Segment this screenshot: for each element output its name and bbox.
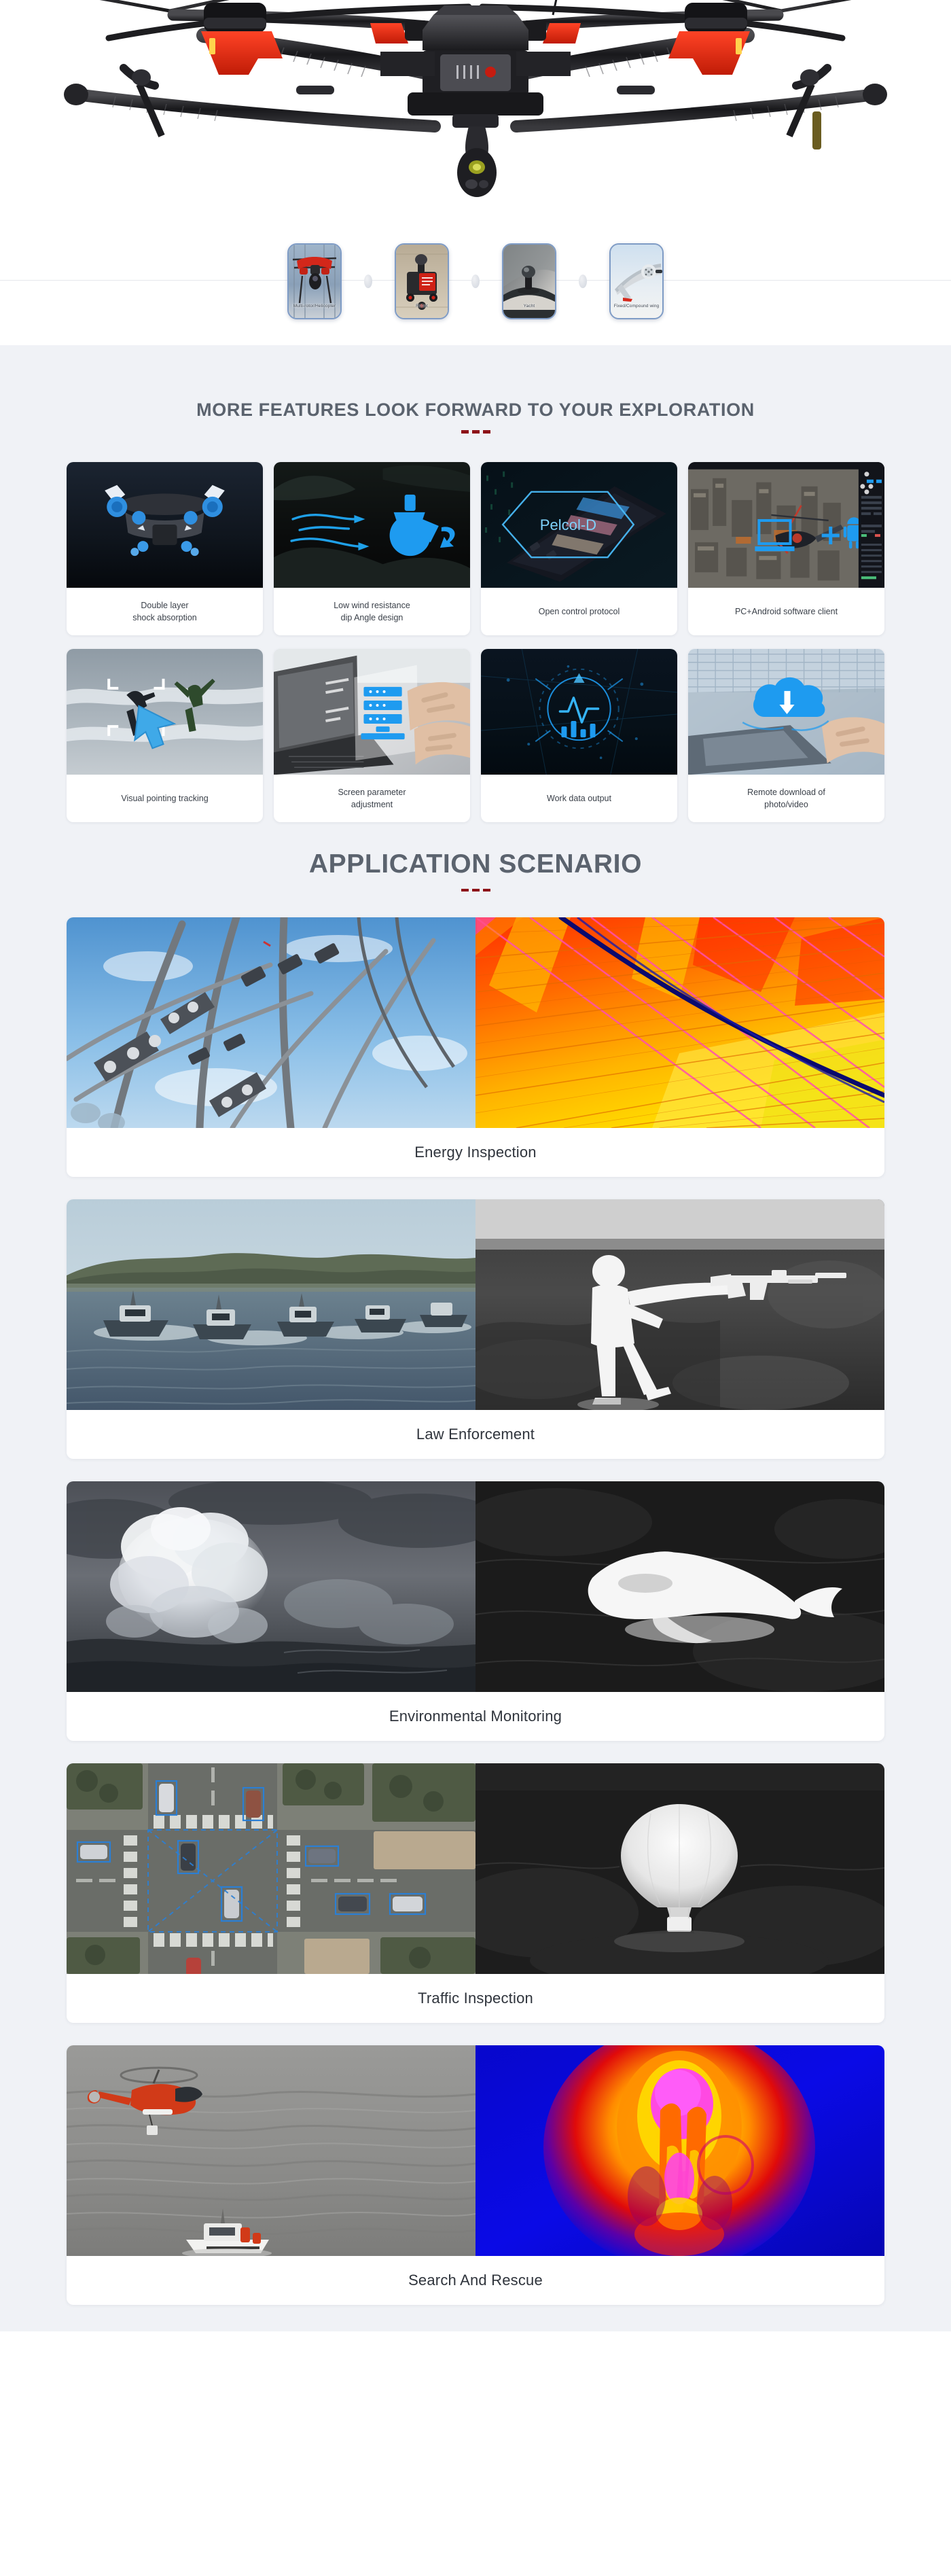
screen-parameter-image <box>274 649 470 775</box>
scenario-caption: Law Enforcement <box>67 1410 884 1459</box>
platform-row: Multi-rotor/Helicopter <box>287 243 664 319</box>
feature-card-wind-resistance[interactable]: Low wind resistance dip Angle design <box>274 462 470 635</box>
feature-caption-line1: Visual pointing tracking <box>121 792 208 805</box>
feature-card-data-output[interactable]: Work data output <box>481 649 677 822</box>
pointing-tracking-image <box>67 649 263 775</box>
feature-grid-row-1: Double layer shock absorption <box>67 462 884 635</box>
feature-caption: PC+Android software client <box>688 588 884 635</box>
scenario-caption: Traffic Inspection <box>67 1974 884 2023</box>
scenario-caption: Search And Rescue <box>67 2256 884 2305</box>
gimbal-damper-image <box>67 462 263 588</box>
features-title: MORE FEATURES LOOK FORWARD TO YOUR EXPLO… <box>0 345 951 421</box>
scenario-image-pair <box>67 2045 884 2256</box>
feature-caption: Screen parameter adjustment <box>274 775 470 822</box>
feature-caption: Open control protocol <box>481 588 677 635</box>
content-section: MORE FEATURES LOOK FORWARD TO YOUR EXPLO… <box>0 345 951 2331</box>
feature-caption-line2: shock absorption <box>132 613 197 622</box>
divider-dash <box>461 889 469 892</box>
connector-dot-icon <box>579 275 587 288</box>
connector-dot-icon <box>471 275 480 288</box>
features-heading-block: MORE FEATURES LOOK FORWARD TO YOUR EXPLO… <box>0 345 951 434</box>
feature-card-pointing-tracking[interactable]: Visual pointing tracking <box>67 649 263 822</box>
feature-caption: Visual pointing tracking <box>67 775 263 822</box>
platform-card-fixed-wing[interactable]: Fixed/Compound wing <box>609 243 664 319</box>
platform-card-multirotor[interactable]: Multi-rotor/Helicopter <box>287 243 342 319</box>
feature-card-software-client[interactable]: PC+Android software client <box>688 462 884 635</box>
scenario-caption: Energy Inspection <box>67 1128 884 1177</box>
feature-caption: Double layer shock absorption <box>67 588 263 635</box>
armed-person-thermal-image <box>476 1199 884 1410</box>
remote-download-image <box>688 649 884 775</box>
person-thermal-image <box>476 2045 884 2256</box>
feature-caption-line1: Work data output <box>547 792 611 805</box>
intersection-visible-image <box>67 1763 476 1974</box>
scenario-card-search-and-rescue[interactable]: Search And Rescue <box>67 2045 884 2305</box>
scenario-card-traffic-inspection[interactable]: Traffic Inspection <box>67 1763 884 2023</box>
platform-label: Yacht <box>503 304 555 308</box>
scenarios-heading-block: APPLICATION SCENARIO <box>0 822 951 892</box>
feature-card-shock-absorption[interactable]: Double layer shock absorption <box>67 462 263 635</box>
scenario-caption: Environmental Monitoring <box>67 1692 884 1741</box>
scenarios-title: APPLICATION SCENARIO <box>0 822 951 879</box>
scenario-image-pair <box>67 1199 884 1410</box>
protocol-overlay-text: Pelcol-D <box>540 516 596 533</box>
platform-compatibility-strip: Multi-rotor/Helicopter <box>0 217 951 345</box>
feature-caption-line2: photo/video <box>764 800 808 809</box>
divider-dash <box>472 889 480 892</box>
scenario-image-pair <box>67 917 884 1128</box>
feature-card-open-protocol[interactable]: Pelcol-D Open control protocol <box>481 462 677 635</box>
feature-caption-line1: Remote download of <box>747 788 825 797</box>
hero-section <box>0 0 951 217</box>
platform-connector-1 <box>342 271 395 292</box>
platform-card-yacht[interactable]: Yacht <box>502 243 556 319</box>
platform-label: Multi-rotor/Helicopter <box>289 304 340 308</box>
divider-dash <box>472 430 480 434</box>
feature-card-remote-download[interactable]: Remote download of photo/video <box>688 649 884 822</box>
platform-card-robot[interactable]: Robot <box>395 243 449 319</box>
feature-caption-line1: Screen parameter <box>338 788 406 797</box>
solar-thermal-image <box>476 917 884 1128</box>
wind-resistance-image <box>274 462 470 588</box>
scenario-card-law-enforcement[interactable]: Law Enforcement <box>67 1199 884 1459</box>
scenario-image-pair <box>67 1481 884 1692</box>
divider-dash <box>483 889 490 892</box>
feature-card-screen-parameter[interactable]: Screen parameter adjustment <box>274 649 470 822</box>
platform-connector-3 <box>556 271 609 292</box>
platform-connector-2 <box>449 271 502 292</box>
coastguard-visible-image <box>67 2045 476 2256</box>
whale-thermal-image <box>476 1481 884 1692</box>
scenarios-divider <box>0 889 951 892</box>
feature-caption-line1: PC+Android software client <box>735 605 838 618</box>
divider-dash <box>483 430 490 434</box>
feature-caption-line2: adjustment <box>351 800 393 809</box>
scenario-image-pair <box>67 1763 884 1974</box>
platform-label: Robot <box>396 304 448 308</box>
features-divider <box>0 430 951 434</box>
platform-label: Fixed/Compound wing <box>611 304 662 308</box>
feature-caption-line2: dip Angle design <box>341 613 403 622</box>
hero-drone-image <box>0 0 951 200</box>
scenario-list: Energy Inspection <box>67 917 884 2305</box>
product-landing-page: Multi-rotor/Helicopter <box>0 0 951 2331</box>
scenario-card-environmental-monitoring[interactable]: Environmental Monitoring <box>67 1481 884 1741</box>
feature-caption: Remote download of photo/video <box>688 775 884 822</box>
feature-grid-row-2: Visual pointing tracking <box>67 649 884 822</box>
feature-caption: Low wind resistance dip Angle design <box>274 588 470 635</box>
feature-caption-line1: Open control protocol <box>539 605 620 618</box>
scenario-card-energy-inspection[interactable]: Energy Inspection <box>67 917 884 1177</box>
balloon-thermal-image <box>476 1763 884 1974</box>
powerline-visible-image <box>67 917 476 1128</box>
feature-caption-line1: Low wind resistance <box>334 601 410 610</box>
data-output-image <box>481 649 677 775</box>
divider-dash <box>461 430 469 434</box>
feature-caption: Work data output <box>481 775 677 822</box>
patrol-boats-visible-image <box>67 1199 476 1410</box>
smoke-plume-visible-image <box>67 1481 476 1692</box>
connector-dot-icon <box>364 275 372 288</box>
protocol-keyboard-image: Pelcol-D <box>481 462 677 588</box>
software-client-image <box>688 462 884 588</box>
feature-caption-line1: Double layer <box>141 601 188 610</box>
